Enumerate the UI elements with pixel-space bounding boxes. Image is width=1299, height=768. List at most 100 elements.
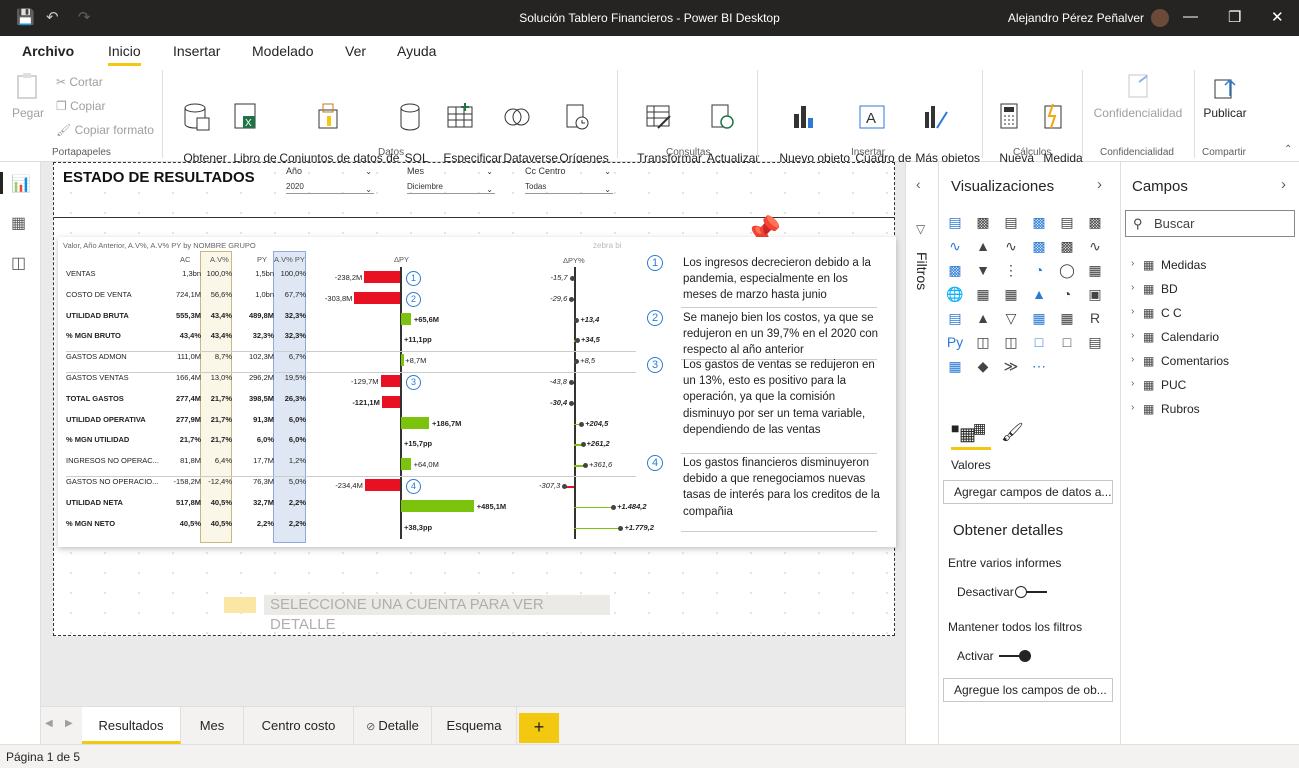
delta-bar[interactable] [401, 416, 429, 429]
line-clustered-icon[interactable]: ▩ [1057, 236, 1077, 256]
donut-icon[interactable]: ◯ [1057, 260, 1077, 280]
chevron-right-icon[interactable]: › [1131, 282, 1134, 293]
delta-bar[interactable] [401, 354, 404, 367]
close-icon[interactable]: ✕ [1271, 8, 1284, 26]
delta-bar[interactable] [381, 395, 400, 408]
azure-map-icon[interactable]: ▲ [1029, 284, 1049, 304]
power-apps-icon[interactable]: ▦ [945, 356, 965, 376]
smart-narrative-icon[interactable]: ≫ [1001, 356, 1021, 376]
slicer-month[interactable]: Mes ⌄ Diciembre ⌄ [407, 163, 495, 194]
more-icon[interactable]: ⋯ [1029, 356, 1049, 376]
tab-detalle[interactable]: ⊘ Detalle [354, 707, 432, 744]
maximize-icon[interactable]: ❐ [1228, 8, 1241, 26]
table-icon[interactable]: ▦ [1029, 308, 1049, 328]
tab-inicio[interactable]: Inicio [108, 43, 141, 66]
tab-insertar[interactable]: Insertar [173, 43, 220, 59]
scatter-icon[interactable]: ⋮ [1001, 260, 1021, 280]
qna-icon[interactable]: □ [1029, 332, 1049, 352]
card-icon[interactable]: ▣ [1085, 284, 1105, 304]
delta-pct-stick[interactable] [574, 506, 614, 509]
r-visual-icon[interactable]: R [1085, 308, 1105, 328]
chevron-right-icon[interactable]: › [1097, 176, 1102, 193]
format-painter-button[interactable]: 🖌 Copiar formato [56, 123, 154, 137]
gauge-icon[interactable]: ◔ [1057, 284, 1077, 304]
publish-button[interactable]: Publicar [1200, 72, 1250, 121]
decomp-tree-icon[interactable]: ◫ [1001, 332, 1021, 352]
tab-archivo[interactable]: Archivo [22, 43, 74, 59]
fields-tab-icon[interactable]: ▦ [959, 424, 976, 445]
ribbon-icon[interactable]: ∿ [1085, 236, 1105, 256]
filters-pane[interactable]: ‹ ▽ Filtros [905, 162, 938, 744]
chevron-right-icon[interactable]: › [1131, 378, 1134, 389]
fields-search-input[interactable]: ⚲ Buscar [1125, 210, 1295, 237]
map-icon[interactable]: 🌐 [945, 284, 965, 304]
delta-pct-stick[interactable] [574, 527, 621, 530]
pie-icon[interactable]: ◔ [1029, 260, 1049, 280]
stacked-bar-icon[interactable]: ▤ [945, 212, 965, 232]
multi-card-icon[interactable]: ▤ [945, 308, 965, 328]
chevron-down-icon[interactable]: ⌄ [365, 167, 372, 176]
delta-bar[interactable] [354, 291, 400, 304]
line-column-icon[interactable]: ▩ [1029, 236, 1049, 256]
100-column-icon[interactable]: ▩ [1085, 212, 1105, 232]
power-automate-icon[interactable]: ◆ [973, 356, 993, 376]
comment-marker[interactable]: 4 [406, 479, 421, 494]
chevron-right-icon[interactable]: › [1131, 402, 1134, 413]
100-bar-icon[interactable]: ▤ [1057, 212, 1077, 232]
key-influencers-icon[interactable]: ◫ [973, 332, 993, 352]
stacked-area-icon[interactable]: ∿ [1001, 236, 1021, 256]
data-view-icon[interactable]: ▦ [11, 213, 26, 233]
area-icon[interactable]: ▲ [973, 236, 993, 256]
avatar[interactable] [1151, 9, 1169, 27]
tab-esquema[interactable]: Esquema [432, 707, 517, 744]
cut-button[interactable]: ✂ Cortar [56, 75, 103, 89]
delta-bar[interactable] [401, 312, 411, 325]
keep-filters-toggle[interactable] [999, 650, 1031, 662]
format-tab-icon[interactable]: 🖌 [1001, 422, 1024, 443]
delta-bar[interactable] [401, 499, 474, 512]
funnel-icon[interactable]: ▼ [973, 260, 993, 280]
slicer-cost-center[interactable]: Cc Centro ⌄ Todas ⌄ [525, 163, 613, 194]
copy-button[interactable]: ❐ Copiar [56, 99, 105, 113]
report-page[interactable]: ESTADO DE RESULTADOS Año ⌄ 2020 ⌄ Mes ⌄ Dic… [53, 162, 896, 636]
chevron-down-icon[interactable]: ⌄ [604, 185, 611, 194]
clustered-bar-icon[interactable]: ▤ [1001, 212, 1021, 232]
waterfall-icon[interactable]: ▩ [945, 260, 965, 280]
drill-well[interactable]: Agregue los campos de ob... [943, 678, 1113, 702]
chevron-right-icon[interactable]: › [1131, 330, 1134, 341]
user-name[interactable]: Alejandro Pérez Peñalver [1008, 11, 1144, 25]
tab-centro-costo[interactable]: Centro costo [244, 707, 354, 744]
minimize-icon[interactable]: — [1183, 8, 1198, 25]
slicer-icon[interactable]: ▽ [1001, 308, 1021, 328]
tab-ayuda[interactable]: Ayuda [397, 43, 436, 59]
sensitivity-button[interactable]: Confidencialidad [1090, 72, 1186, 121]
chevron-right-icon[interactable]: › [1281, 176, 1286, 193]
chevron-down-icon[interactable]: ⌄ [365, 185, 372, 194]
line-icon[interactable]: ∿ [945, 236, 965, 256]
chevron-down-icon[interactable]: ⌄ [486, 185, 493, 194]
tab-ver[interactable]: Ver [345, 43, 366, 59]
treemap-icon[interactable]: ▦ [1085, 260, 1105, 280]
model-view-icon[interactable]: ◫ [11, 253, 26, 273]
comment-marker[interactable]: 1 [406, 271, 421, 286]
tab-modelado[interactable]: Modelado [252, 43, 314, 59]
report-view-icon[interactable]: 📊 [11, 174, 31, 194]
chevron-right-icon[interactable]: › [1131, 258, 1134, 269]
matrix-icon[interactable]: ▦ [1057, 308, 1077, 328]
filled-map-icon[interactable]: ▦ [973, 284, 993, 304]
collapse-ribbon-icon[interactable]: ⌃ [1284, 144, 1292, 155]
paste-button[interactable]: Pegar [10, 72, 46, 121]
shape-map-icon[interactable]: ▦ [1001, 284, 1021, 304]
chevron-left-icon[interactable]: ◀ [45, 718, 53, 729]
stacked-column-icon[interactable]: ▩ [973, 212, 993, 232]
chevron-right-icon[interactable]: › [1131, 354, 1134, 365]
delta-bar[interactable] [380, 375, 400, 387]
python-visual-icon[interactable]: Py [945, 332, 965, 352]
tab-resultados[interactable]: Resultados [82, 707, 181, 744]
kpi-icon[interactable]: ▲ [973, 308, 993, 328]
detail-banner[interactable]: SELECCIONE UNA CUENTA PARA VER DETALLE [264, 595, 610, 633]
add-page-button[interactable]: + [519, 713, 559, 743]
chevron-down-icon[interactable]: ⌄ [486, 167, 493, 176]
clustered-column-icon[interactable]: ▩ [1029, 212, 1049, 232]
delta-bar[interactable] [364, 271, 400, 283]
